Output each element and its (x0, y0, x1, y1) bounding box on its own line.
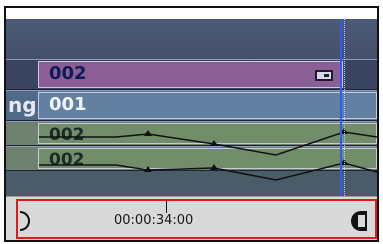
timeline-window: 002 ng 001 002 002 00:00:34:00 (0, 0, 383, 244)
volume-line-track-1 (39, 131, 377, 156)
volume-line-track-2 (39, 162, 377, 181)
time-ruler[interactable]: 00:00:34:00 (6, 196, 377, 240)
in-out-range-frame (16, 199, 377, 239)
keyframe-icon (144, 130, 152, 136)
ruler-tick (166, 201, 167, 213)
timecode-label: 00:00:34:00 (114, 213, 194, 228)
window-top-bar (0, 0, 383, 19)
keyframe-icon (210, 164, 218, 170)
timeline-panel: 002 ng 001 002 002 00:00:34:00 (6, 19, 377, 240)
out-point-bracket-icon[interactable] (351, 211, 367, 231)
